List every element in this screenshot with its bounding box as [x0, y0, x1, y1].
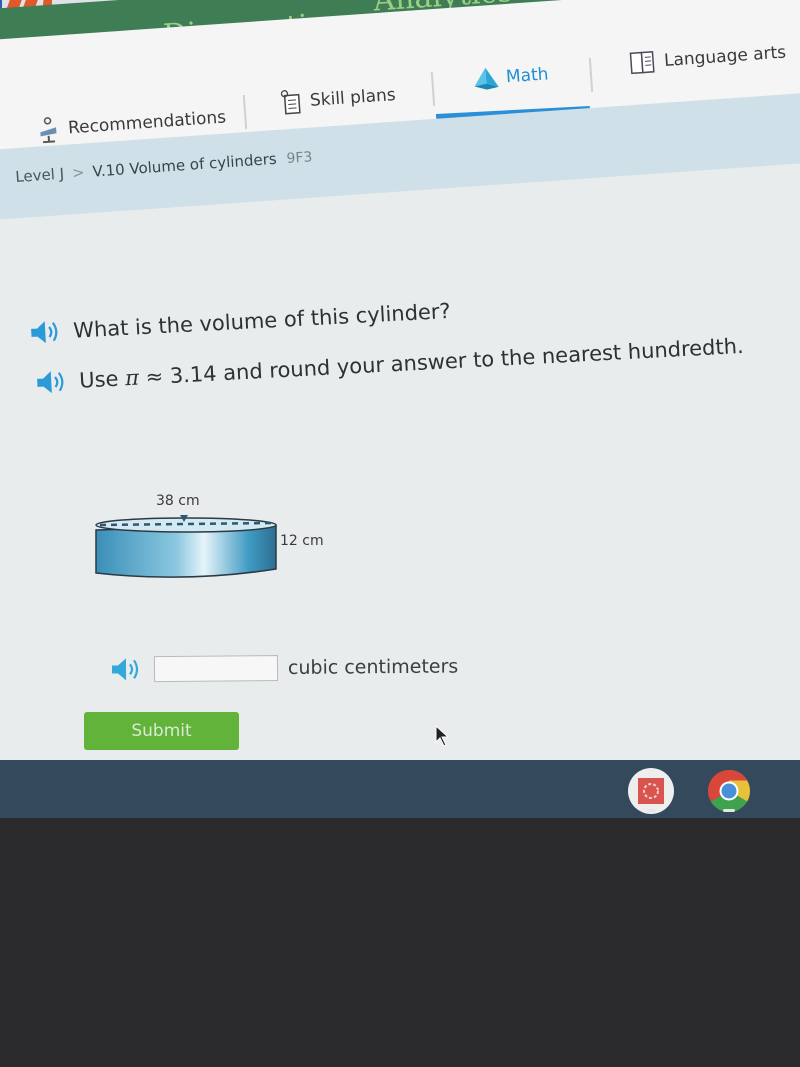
- speaker-icon[interactable]: [35, 368, 70, 396]
- app-running-indicator: [647, 809, 655, 812]
- answer-row: cubic centimeters: [110, 653, 459, 683]
- sub-nav-label: Skill plans: [309, 84, 397, 111]
- question-instruction: Use π ≈ 3.14 and round your answer to th…: [79, 334, 745, 393]
- speaker-icon[interactable]: [29, 318, 64, 346]
- pyramid-icon: [474, 67, 499, 90]
- browser-screen: Learning Diagnostic Analytics Recommenda…: [0, 0, 800, 820]
- cylinder-figure: 38 cm 12 cm: [80, 485, 360, 585]
- red-app-icon: [638, 778, 664, 804]
- instruction-suffix: ≈ 3.14 and round your answer to the near…: [144, 333, 745, 390]
- pi-symbol: π: [124, 365, 140, 391]
- book-icon: [629, 50, 655, 75]
- monitor-bezel: [0, 818, 800, 1067]
- app-running-indicator: [723, 809, 735, 812]
- breadcrumb-level[interactable]: Level J: [15, 165, 65, 186]
- speaker-icon[interactable]: [110, 656, 144, 682]
- submit-button[interactable]: Submit: [84, 712, 239, 750]
- cylinder-body: [95, 524, 277, 578]
- question-instruction-row: Use π ≈ 3.14 and round your answer to th…: [35, 333, 745, 396]
- shelf-app-chrome[interactable]: [706, 768, 752, 814]
- height-label: 12 cm: [280, 533, 324, 549]
- sub-nav-label: Language arts: [663, 42, 787, 71]
- diameter-label: 38 cm: [156, 493, 200, 509]
- instruction-prefix: Use: [78, 366, 120, 393]
- shelf-app-red[interactable]: [628, 768, 674, 814]
- unit-label: cubic centimeters: [287, 655, 459, 679]
- skill-code: 9F3: [286, 149, 313, 168]
- sub-nav-label: Math: [505, 64, 550, 88]
- os-shelf: [0, 760, 800, 818]
- skill-plans-icon: [280, 90, 301, 115]
- question-prompt: What is the volume of this cylinder?: [72, 298, 452, 343]
- breadcrumb-separator: >: [71, 163, 86, 183]
- sub-nav-math[interactable]: Math: [471, 61, 549, 92]
- question-prompt-row: What is the volume of this cylinder?: [29, 298, 452, 346]
- recommendations-icon: [40, 117, 57, 144]
- chrome-icon: [707, 770, 751, 813]
- answer-input[interactable]: [153, 655, 279, 683]
- mouse-cursor-icon: [435, 724, 450, 747]
